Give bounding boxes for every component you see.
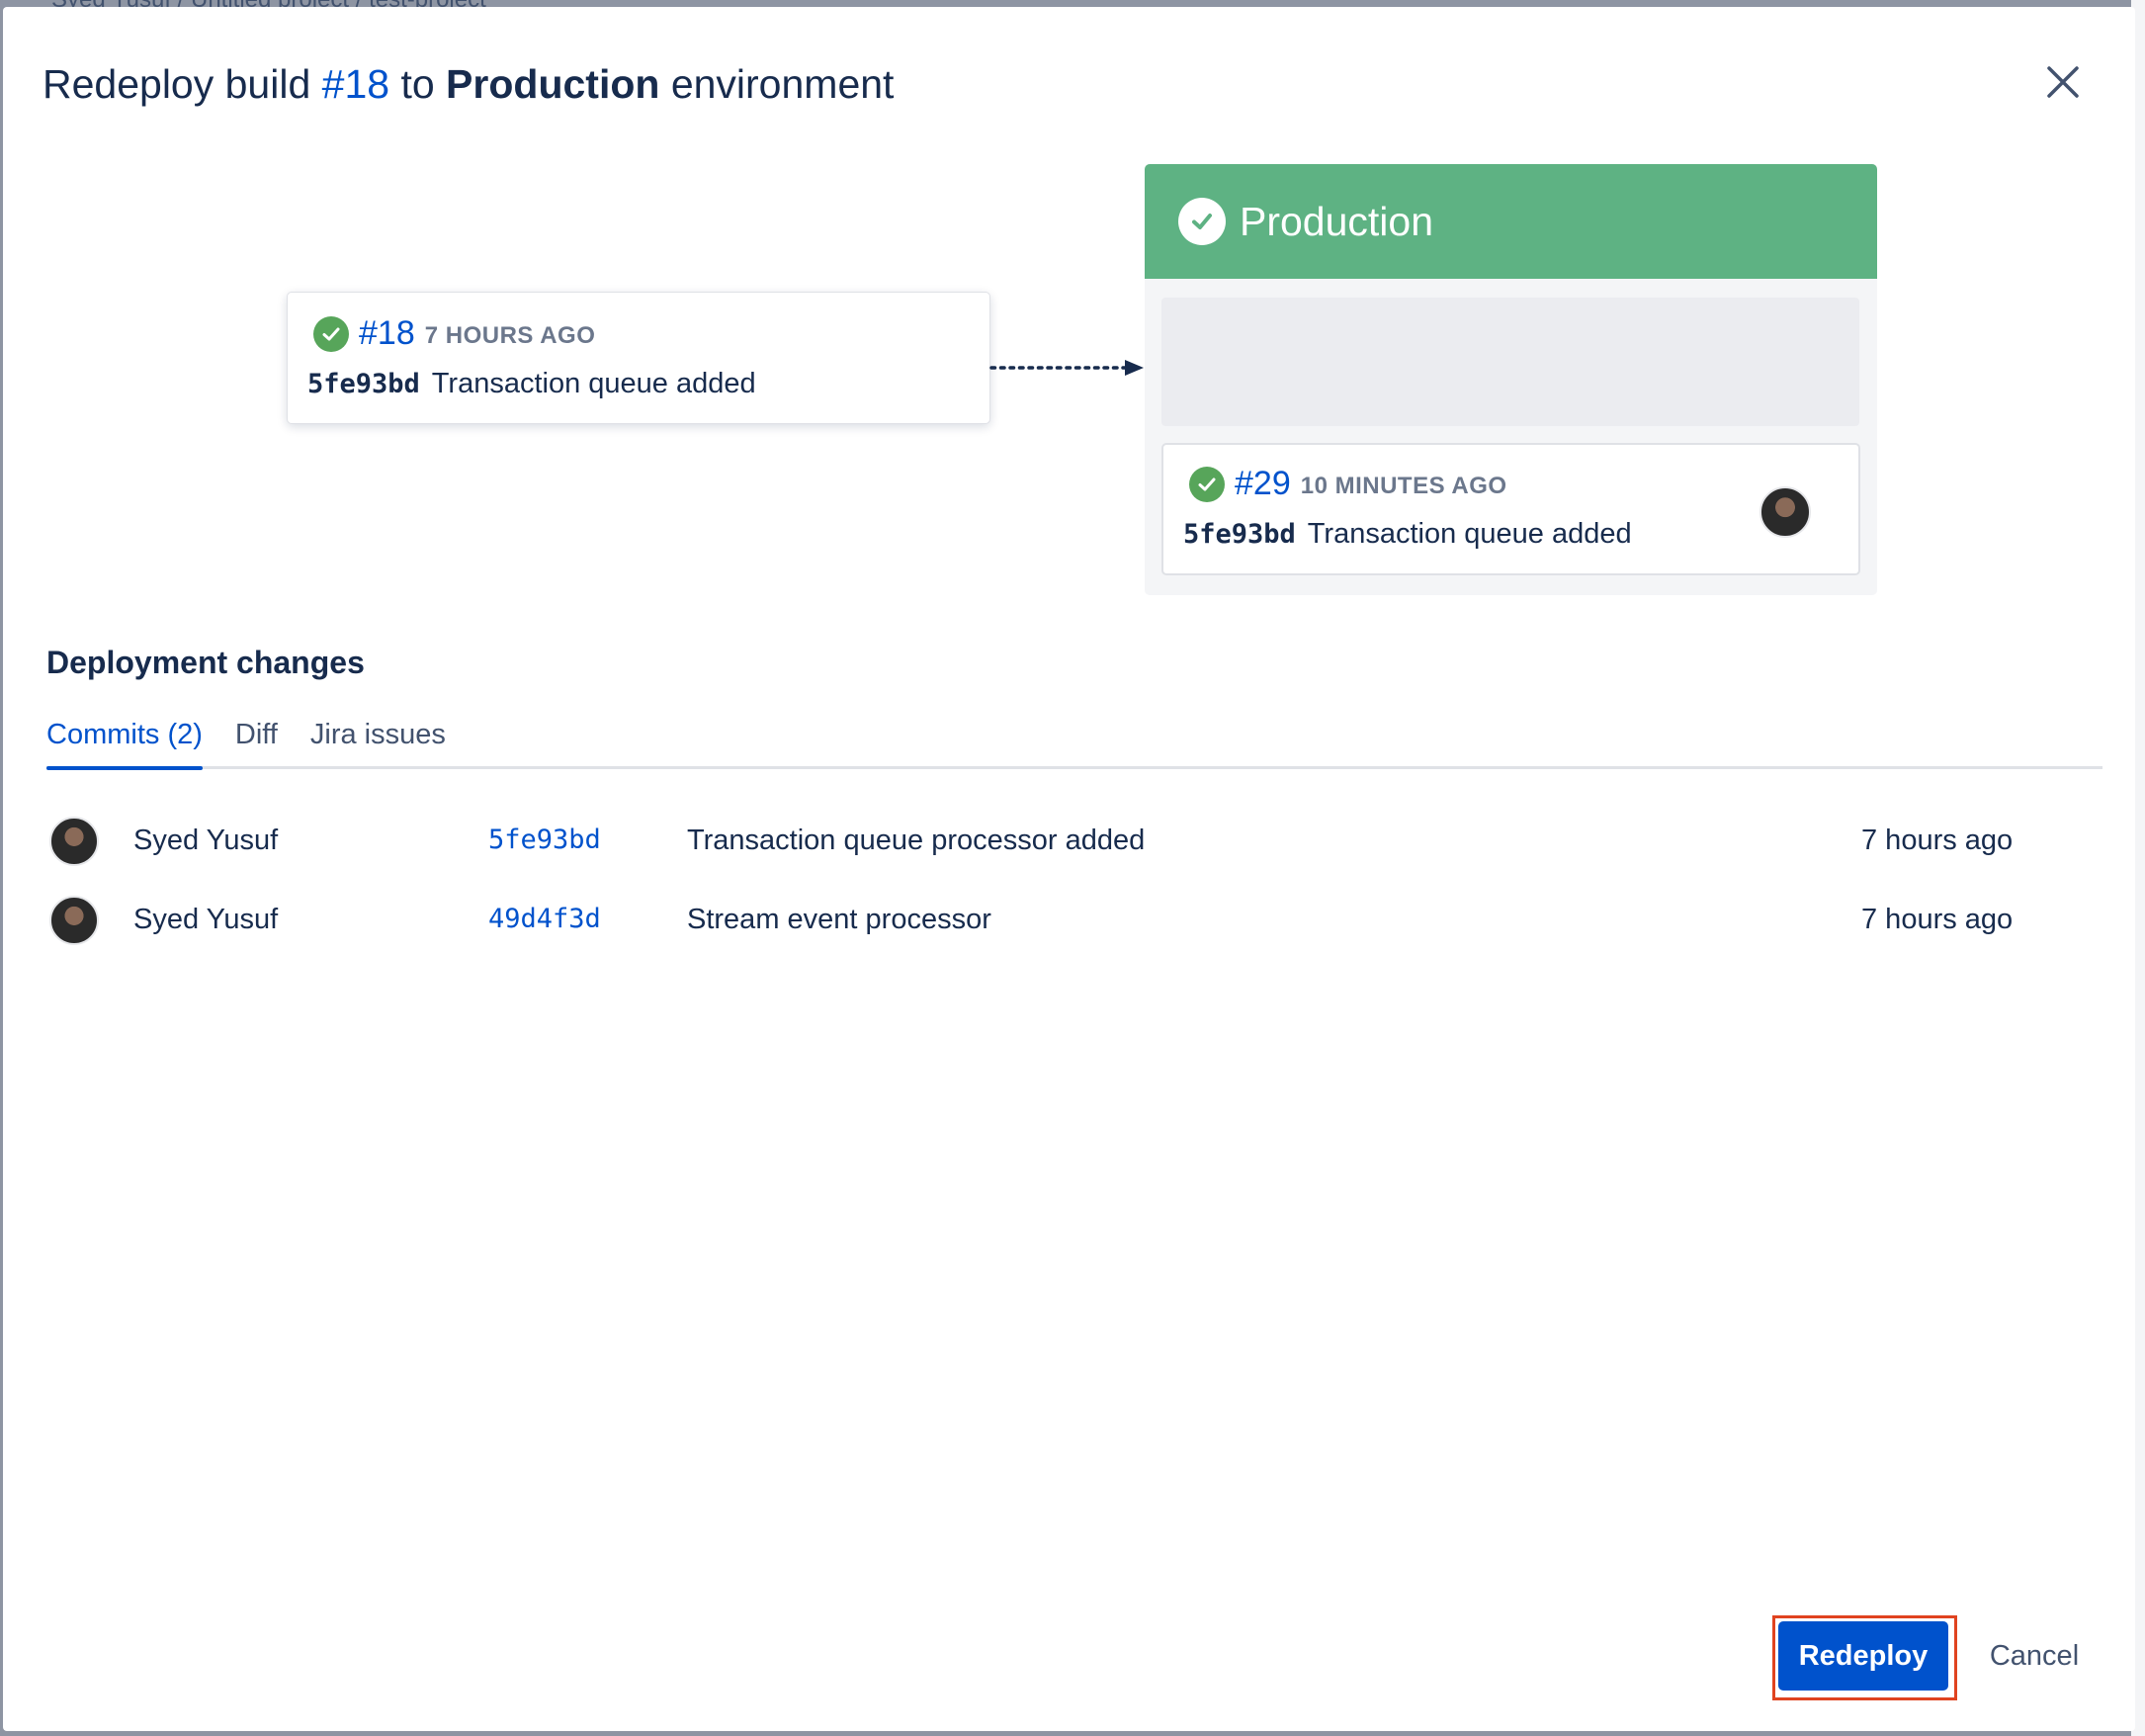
table-row: Syed Yusuf 49d4f3d Stream event processo… [46,892,2023,951]
title-prefix: Redeploy build [43,61,322,107]
avatar [49,817,99,866]
table-row: Syed Yusuf 5fe93bd Transaction queue pro… [46,813,2023,872]
title-suffix: environment [659,61,895,107]
source-build-header: #18 7 HOURS AGO [313,314,595,353]
environment-header: Production [1145,164,1877,279]
current-build-time: 10 MINUTES AGO [1300,472,1507,499]
title-environment: Production [446,61,660,107]
source-commit-hash: 5fe93bd [307,369,420,399]
commit-sha-link[interactable]: 5fe93bd [488,825,601,855]
close-button[interactable] [2037,56,2089,108]
current-commit-message: Transaction queue added [1307,518,1632,550]
commit-author: Syed Yusuf [133,904,279,935]
avatar [49,896,99,945]
check-circle-icon [313,315,349,352]
redeploy-button[interactable]: Redeploy [1778,1621,1948,1691]
environment-column: Production #29 10 MINUTES AGO 5fe93bd Tra… [1145,164,1877,595]
dialog-title: Redeploy build #18 to Production environ… [43,58,894,110]
deployment-drop-slot [1161,298,1859,426]
check-circle-icon [1178,198,1226,245]
title-mid: to [389,61,447,107]
current-commit-line: 5fe93bd Transaction queue added [1183,518,1632,551]
source-build-card: #18 7 HOURS AGO 5fe93bd Transaction queue… [287,292,990,424]
environment-name: Production [1240,198,1434,244]
check-circle-icon [1189,466,1225,502]
commit-message: Transaction queue processor added [687,825,1146,856]
avatar [1759,486,1811,538]
cancel-button[interactable]: Cancel [1970,1621,2099,1691]
current-build-card: #29 10 MINUTES AGO 5fe93bd Transaction qu… [1161,443,1860,575]
title-build-link[interactable]: #18 [322,61,389,107]
current-build-number[interactable]: #29 [1235,465,1291,503]
commit-time: 7 hours ago [1861,904,2014,935]
source-commit-line: 5fe93bd Transaction queue added [307,368,756,400]
close-icon [2047,66,2079,98]
deployment-changes-title: Deployment changes [46,645,365,680]
source-build-number[interactable]: #18 [359,314,415,353]
current-commit-hash: 5fe93bd [1183,519,1296,550]
changes-tabs: Commits (2) Diff Jira issues [46,719,478,770]
tab-commits[interactable]: Commits (2) [46,719,203,770]
tab-jira-issues[interactable]: Jira issues [310,719,446,770]
tab-diff[interactable]: Diff [235,719,278,770]
commit-author: Syed Yusuf [133,825,279,856]
deploy-arrow-icon [989,360,1144,376]
commit-time: 7 hours ago [1861,825,2014,856]
redeploy-dialog: Redeploy build #18 to Production environ… [3,7,2135,1731]
current-build-header: #29 10 MINUTES AGO [1189,465,1507,503]
source-build-time: 7 HOURS AGO [424,321,596,349]
commit-sha-link[interactable]: 49d4f3d [488,904,601,934]
source-commit-message: Transaction queue added [431,368,756,399]
commit-message: Stream event processor [687,904,991,935]
